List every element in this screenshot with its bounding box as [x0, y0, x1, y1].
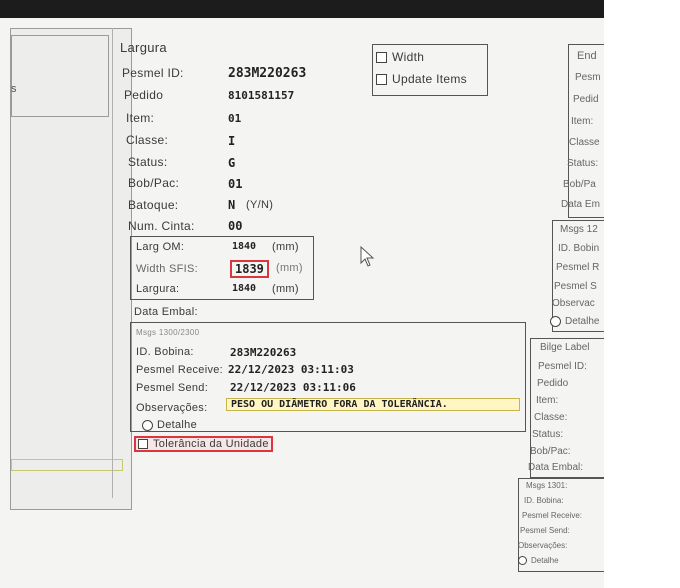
pesmel-receive-value: 22/12/2023 03:11:03	[228, 363, 354, 376]
width-checkbox[interactable]	[376, 52, 387, 64]
largura-measure-value: 1840	[232, 283, 257, 294]
observacoes-label: Observações:	[136, 402, 208, 414]
width-checkbox-label: Width	[392, 50, 425, 64]
right-msgs-label-3: Pesmel S	[554, 281, 597, 292]
right-msgs2-detalhe-label: Detalhe	[531, 556, 559, 565]
right-bilge-label-6: Bob/Pac:	[530, 446, 571, 457]
observacoes-field[interactable]: PESO OU DIÂMETRO FORA DA TOLERÂNCIA.	[226, 398, 520, 411]
msgs-header: Msgs 1300/2300	[136, 328, 200, 337]
field-label-pedido: Pedido	[124, 88, 164, 102]
field-value-bob-pac: 01	[228, 177, 243, 191]
width-sfis-unit: (mm)	[276, 262, 303, 274]
detalhe-radio-row[interactable]: Detalhe	[142, 419, 197, 431]
detalhe-radio[interactable]	[142, 419, 153, 431]
tolerancia-checkbox[interactable]	[138, 439, 148, 450]
right-bilge-label-7: Data Embal:	[528, 462, 584, 473]
right-msgs-label-2: Pesmel R	[556, 262, 600, 273]
right-detalhe-radio-row[interactable]: Detalhe	[550, 316, 599, 327]
right-msgs2-label-3: Pesmel Send:	[520, 526, 570, 535]
larg-om-value: 1840	[232, 241, 257, 252]
right-bilge-box	[530, 338, 605, 478]
field-value-pedido: 8101581157	[228, 89, 295, 102]
right-msgs-label-0: Msgs 12	[560, 224, 598, 235]
right-bilge-label-1: Pesmel ID:	[538, 361, 587, 372]
update-items-checkbox[interactable]	[376, 74, 387, 86]
right-top-label-5: Status:	[567, 158, 599, 169]
msgs-box	[130, 322, 526, 432]
update-items-checkbox-row[interactable]: Update Items	[376, 72, 467, 86]
pesmel-send-label: Pesmel Send:	[136, 382, 209, 394]
right-msgs2-label-2: Pesmel Receive:	[522, 511, 583, 520]
detalhe-label: Detalhe	[157, 419, 198, 431]
right-top-label-2: Pedid	[573, 94, 599, 105]
left-yellow-field	[11, 459, 123, 471]
left-inner-box	[11, 35, 109, 117]
right-top-label-3: Item:	[571, 116, 594, 127]
right-msgs2-detalhe-radio[interactable]	[518, 556, 527, 566]
field-label-status: Status:	[128, 155, 168, 169]
right-bilge-label-4: Classe:	[534, 412, 568, 423]
right-msgs-label-1: ID. Bobin	[558, 243, 600, 254]
right-detalhe-radio[interactable]	[550, 316, 561, 327]
field-value-item: 01	[228, 112, 242, 125]
tolerancia-checkbox-row[interactable]: Tolerância da Unidade	[134, 436, 273, 452]
id-bobina-value: 283M220263	[230, 346, 297, 359]
right-detalhe-label: Detalhe	[565, 316, 600, 328]
field-value-pesmel-id: 283M220263	[228, 66, 307, 81]
monitor-bezel-top	[0, 0, 680, 18]
right-msgs2-detalhe-row[interactable]: Detalhe	[518, 556, 559, 566]
right-bilge-label-2: Pedido	[537, 378, 569, 389]
largura-measure-label: Largura:	[136, 283, 180, 295]
right-top-label-4: Classe	[569, 137, 600, 148]
largura-header: Largura	[120, 40, 167, 55]
update-items-checkbox-label: Update Items	[392, 72, 467, 86]
width-checkbox-row[interactable]: Width	[376, 50, 424, 64]
left-fragment-text: s	[11, 83, 17, 95]
largura-measure-unit: (mm)	[272, 283, 299, 295]
data-embal-label: Data Embal:	[134, 306, 198, 318]
larg-om-unit: (mm)	[272, 241, 299, 253]
batoque-hint: (Y/N)	[246, 199, 274, 211]
field-value-classe: I	[228, 134, 236, 148]
right-top-label-6: Bob/Pa	[563, 179, 596, 190]
photo-white-margin	[604, 0, 680, 588]
right-msgs2-label-1: ID. Bobina:	[524, 496, 564, 505]
right-bilge-label-3: Item:	[536, 395, 559, 406]
right-top-label-1: Pesm	[575, 72, 601, 83]
larg-om-label: Larg OM:	[136, 241, 185, 253]
right-bilge-label-5: Status:	[532, 429, 564, 440]
field-label-bob-pac: Bob/Pac:	[128, 176, 180, 190]
field-label-pesmel-id: Pesmel ID:	[122, 66, 184, 80]
field-label-classe: Classe:	[126, 133, 169, 147]
id-bobina-label: ID. Bobina:	[136, 346, 194, 358]
right-msgs2-label-4: Observações:	[518, 541, 568, 550]
field-value-num-cinta: 00	[228, 219, 243, 233]
tolerancia-label: Tolerância da Unidade	[153, 438, 269, 450]
field-value-status: G	[228, 156, 236, 170]
pesmel-receive-label: Pesmel Receive:	[136, 364, 224, 376]
right-msgs-label-4: Observac	[552, 298, 595, 309]
pesmel-send-value: 22/12/2023 03:11:06	[230, 381, 356, 394]
width-sfis-label: Width SFIS:	[136, 263, 198, 275]
field-label-item: Item:	[126, 111, 155, 125]
mouse-cursor-icon	[360, 246, 375, 267]
right-bilge-label-0: Bilge Label	[540, 342, 590, 353]
width-sfis-value: 1839	[230, 260, 269, 278]
field-value-batoque: N	[228, 198, 236, 212]
field-label-batoque: Batoque:	[128, 198, 179, 212]
right-msgs2-label-0: Msgs 1301:	[526, 481, 568, 490]
right-top-label-0: End	[577, 50, 597, 62]
field-label-num-cinta: Num. Cinta:	[128, 219, 195, 233]
right-top-box	[568, 44, 605, 218]
right-top-label-7: Data Em	[561, 199, 600, 210]
